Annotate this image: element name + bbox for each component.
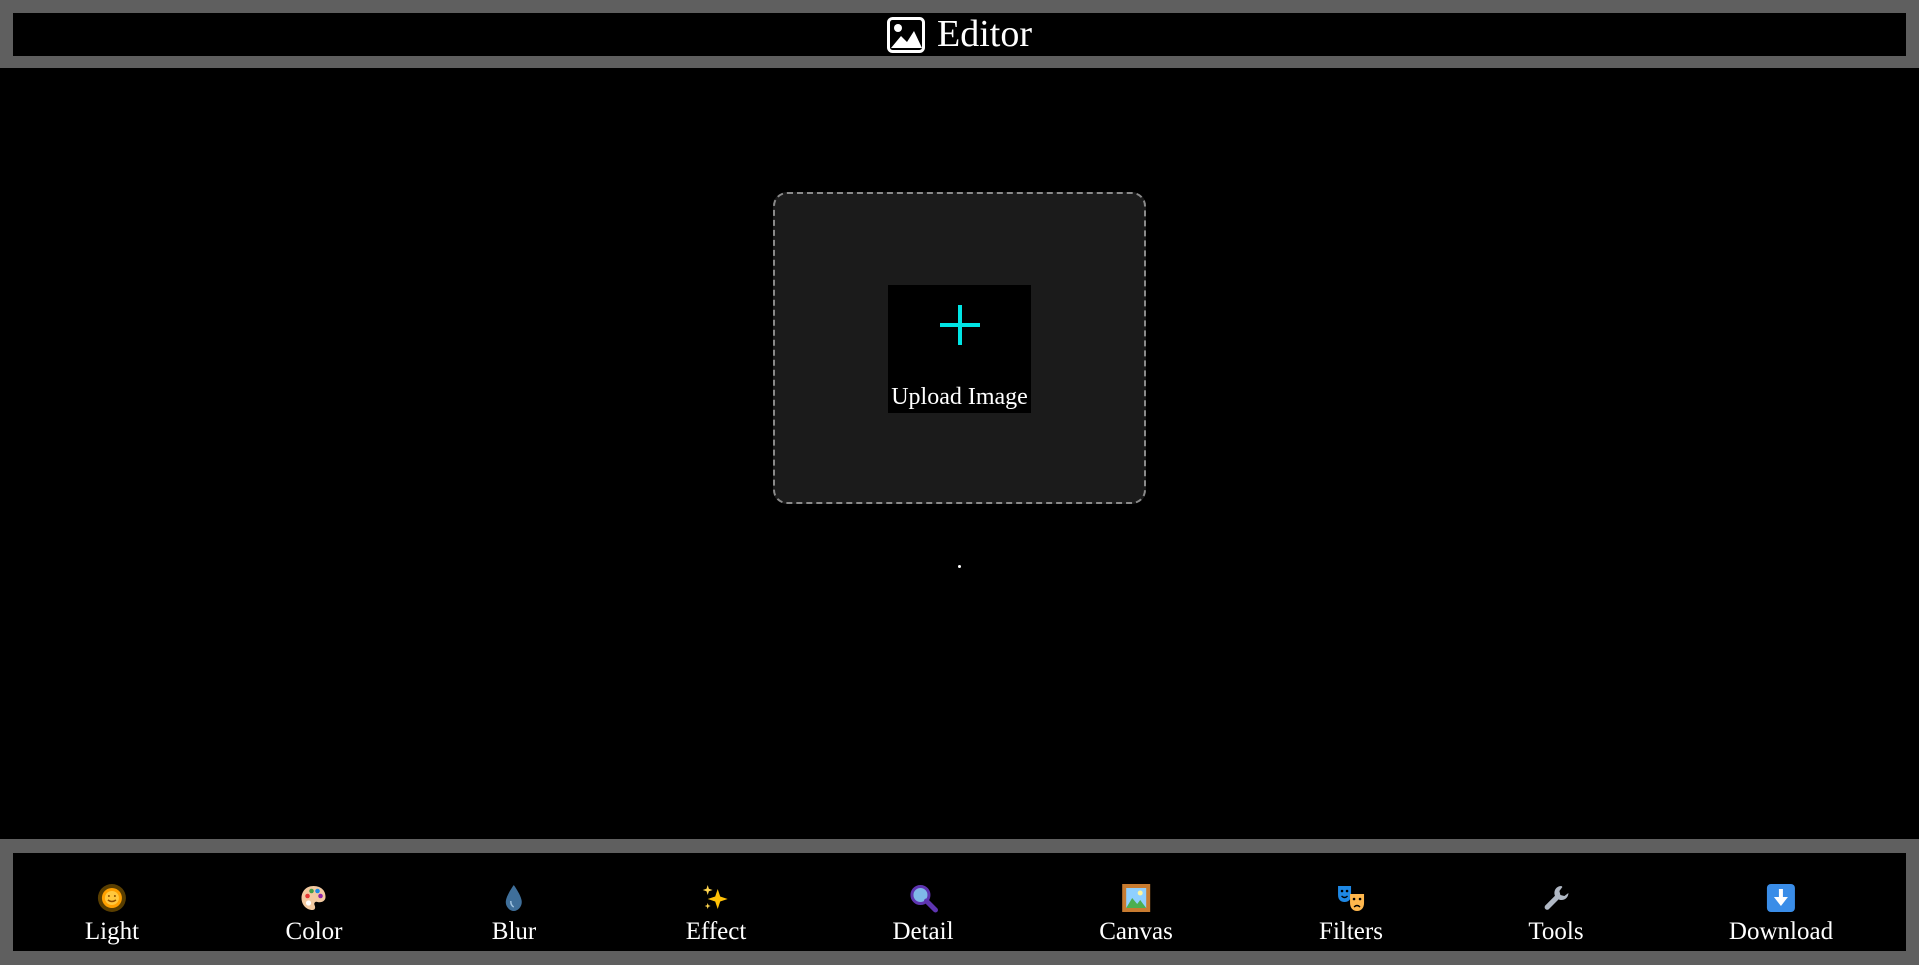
status-dot: [958, 565, 961, 568]
header-bar: Editor: [0, 0, 1919, 68]
tool-detail-label: Detail: [892, 918, 954, 945]
tool-light-button[interactable]: Light: [85, 853, 139, 951]
tool-filters-label: Filters: [1319, 918, 1383, 945]
image-icon: [887, 16, 925, 53]
tool-download-label: Download: [1728, 918, 1834, 945]
tool-effect-button[interactable]: Effect: [685, 853, 747, 951]
page-title: Editor: [937, 13, 1032, 55]
framed-picture-icon: [1121, 883, 1151, 913]
tool-color-label: Color: [285, 918, 343, 945]
tool-canvas-label: Canvas: [1099, 918, 1173, 945]
tool-download-button[interactable]: Download: [1729, 853, 1833, 951]
tool-tools-label: Tools: [1528, 918, 1584, 945]
bottom-toolbar: Light Color Blur Effect Detail Canvas Fi…: [0, 839, 1919, 965]
tool-tools-button[interactable]: Tools: [1528, 853, 1584, 951]
sun-icon: [97, 883, 127, 913]
upload-image-label: Upload Image: [891, 384, 1028, 410]
palette-icon: [299, 883, 329, 913]
sparkles-icon: [701, 883, 731, 913]
toolbar-inner: Light Color Blur Effect Detail Canvas Fi…: [13, 853, 1906, 951]
wrench-icon: [1541, 883, 1571, 913]
tool-blur-button[interactable]: Blur: [492, 853, 536, 951]
plus-icon: [938, 303, 982, 352]
theater-masks-icon: [1336, 883, 1366, 913]
tool-detail-button[interactable]: Detail: [892, 853, 954, 951]
tool-blur-label: Blur: [491, 918, 537, 945]
download-arrow-icon: [1766, 883, 1796, 913]
tool-light-label: Light: [84, 918, 140, 945]
tool-canvas-button[interactable]: Canvas: [1099, 853, 1173, 951]
tool-color-button[interactable]: Color: [285, 853, 343, 951]
upload-image-button[interactable]: Upload Image: [888, 285, 1031, 413]
header-inner: Editor: [13, 13, 1906, 56]
tool-effect-label: Effect: [685, 918, 747, 945]
magnifier-icon: [908, 883, 938, 913]
droplet-icon: [499, 883, 529, 913]
tool-filters-button[interactable]: Filters: [1319, 853, 1383, 951]
